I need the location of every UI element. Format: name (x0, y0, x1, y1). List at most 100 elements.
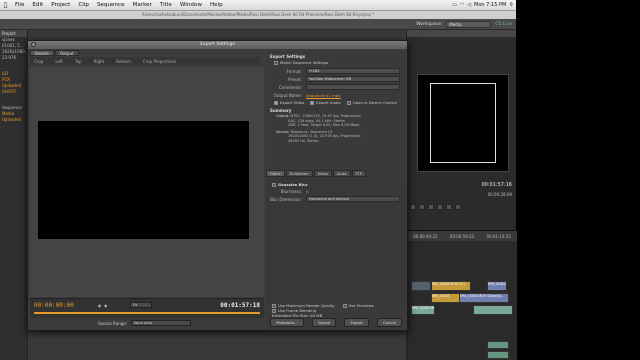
export-button[interactable]: Export (344, 318, 369, 327)
summary-source-line: Sequence, Sequence 01 (290, 129, 333, 134)
checkbox-icon (342, 303, 347, 308)
summary-output-line: NTSC, 1280x720, 29.97 fps, Progressive (290, 114, 361, 118)
preset-dropdown[interactable]: YouTube Widescreen HD (306, 76, 400, 82)
match-sequence-checkbox[interactable]: Match Sequence Settings (266, 60, 406, 65)
export-video-checkbox[interactable]: Export Video (274, 100, 304, 105)
cancel-button[interactable]: Cancel (377, 318, 402, 327)
timeline-clip[interactable]: MVI_0083.MOV (411, 305, 435, 315)
current-timecode[interactable]: 00:00:00:00 (34, 302, 74, 309)
checkbox-icon (346, 100, 351, 105)
tab-output[interactable]: Output (54, 50, 79, 56)
project-row: 23.976 (2, 55, 16, 60)
timeline-clip[interactable]: MVI_0083.MOV Opacity... (459, 293, 509, 303)
format-dropdown[interactable]: H.264 (306, 68, 400, 74)
open-device-central-checkbox[interactable]: Open in Device Central (346, 100, 397, 105)
set-out-icon[interactable]: ◆ (104, 303, 107, 308)
open-device-central-label: Open in Device Central (352, 100, 397, 105)
match-sequence-label: Match Sequence Settings (280, 60, 329, 65)
menu-project[interactable]: Project (47, 2, 74, 8)
tab-ftp[interactable]: FTP (351, 170, 366, 177)
menu-clip[interactable]: Clip (74, 2, 93, 8)
settings-tabs: Filters Multiplexer Video Audio FTP (266, 170, 406, 177)
project-row[interactable]: Uploaded (0, 117, 27, 123)
tab-audio[interactable]: Audio (332, 170, 351, 177)
battery-icon[interactable]: ▭ (452, 2, 457, 8)
set-in-icon[interactable]: ◆ (98, 303, 101, 308)
tab-filters[interactable]: Filters (266, 170, 285, 177)
timeline-clip[interactable] (411, 281, 431, 291)
timeline-clip[interactable] (473, 305, 513, 315)
workspace-label: Workspace: (416, 21, 443, 27)
project-row[interactable]: GHOST (0, 89, 27, 95)
source-preview-area (30, 67, 264, 297)
spotlight-icon[interactable]: ⚲ (509, 2, 513, 8)
cs-live-button[interactable]: CS Live (495, 22, 512, 27)
program-monitor-screen[interactable] (417, 74, 509, 172)
apple-menu-icon[interactable]:  (0, 2, 11, 9)
dialog-title-bar[interactable]: Export Settings (28, 41, 407, 49)
menu-edit[interactable]: Edit (28, 2, 47, 8)
checkbox-icon (274, 100, 278, 105)
crop-left-field[interactable]: Left (55, 59, 63, 64)
menu-sequence[interactable]: Sequence (93, 2, 129, 8)
fit-dropdown[interactable]: Fit (130, 302, 152, 308)
summary-block: Output: NTSC, 1280x720, 29.97 fps, Progr… (266, 114, 406, 143)
timeline-clip[interactable]: MVI_0084.MOV (487, 281, 507, 291)
audio-clip[interactable] (487, 341, 509, 349)
program-current-timecode[interactable]: 00:00:28:09 (488, 192, 512, 197)
crop-proportions-dropdown[interactable]: Crop Proportions (143, 59, 176, 64)
source-range-dropdown[interactable]: Work Area (131, 320, 192, 326)
export-settings-panel: Export Settings Match Sequence Settings … (266, 50, 406, 330)
tab-video[interactable]: Video (313, 170, 332, 177)
step-forward-icon[interactable] (428, 204, 434, 210)
workspace-bar: Workspace: Media CS Live (0, 19, 516, 30)
menu-help[interactable]: Help (206, 2, 227, 8)
crop-button[interactable]: Crop (34, 59, 43, 64)
safe-margins-icon[interactable] (446, 204, 452, 210)
workspace-dropdown[interactable]: Media (446, 20, 492, 28)
blur-dimension-dropdown[interactable]: Horizontal and Vertical (306, 196, 400, 202)
audio-clip[interactable] (487, 351, 509, 359)
tab-multiplexer[interactable]: Multiplexer (285, 170, 313, 177)
output-name-label: Output Name: (273, 92, 302, 98)
queue-button[interactable]: Queue (311, 318, 337, 327)
menu-title[interactable]: Title (156, 2, 176, 8)
crop-toolbar: Crop Left Top Right Bottom Crop Proporti… (30, 57, 260, 65)
program-transport (410, 202, 514, 212)
source-range-label: Source Range: (98, 320, 128, 326)
export-frame-icon[interactable] (455, 204, 461, 210)
timeline-ruler[interactable]: 00:00:44:22 00:00:59:22 00:01:14:23 (407, 231, 517, 241)
work-area-bar[interactable] (34, 312, 260, 314)
source-output-tabs: Source Output (30, 50, 79, 56)
export-audio-checkbox[interactable]: Export Audio (310, 100, 341, 105)
clock[interactable]: Mon 7:15 PM (474, 2, 506, 8)
summary-output-line: VBR, 1 Pass, Target 8.00, Max 8.00 Mbps (288, 123, 360, 127)
ruler-label: 00:01:14:23 (486, 233, 511, 239)
play-icon[interactable] (419, 204, 425, 210)
menu-marker[interactable]: Marker (129, 2, 156, 8)
dialog-title: Export Settings (200, 42, 235, 47)
menu-window[interactable]: Window (176, 2, 206, 8)
timeline-clip[interactable]: MVI_0083.MOV [V] (431, 281, 471, 291)
tab-source[interactable]: Source (30, 50, 54, 56)
metadata-button[interactable]: Metadata... (270, 318, 304, 327)
wifi-icon[interactable]: ◠ (460, 2, 464, 8)
step-back-icon[interactable] (410, 204, 416, 210)
project-tab[interactable]: Project (0, 30, 27, 37)
crop-top-field[interactable]: Top (75, 59, 82, 64)
ruler-label: 00:00:44:22 (413, 233, 438, 239)
export-settings-dialog: Export Settings Source Output Crop Left … (27, 40, 408, 331)
crop-right-field[interactable]: Right (94, 59, 105, 64)
loop-icon[interactable] (437, 204, 443, 210)
crop-bottom-field[interactable]: Bottom (116, 59, 131, 64)
blurriness-value[interactable]: 0 (306, 189, 308, 194)
blurriness-label: Blurriness: (280, 188, 302, 194)
volume-icon[interactable]: ◁ (467, 2, 471, 8)
program-tab[interactable] (407, 30, 516, 37)
output-name-link[interactable]: Sequence 01.mp4 (306, 93, 341, 98)
use-previews-checkbox[interactable]: Use Previews (342, 303, 374, 308)
menu-file[interactable]: File (11, 2, 28, 8)
close-icon[interactable] (31, 42, 36, 47)
checkbox-icon (310, 100, 315, 105)
comments-field[interactable] (306, 84, 400, 90)
